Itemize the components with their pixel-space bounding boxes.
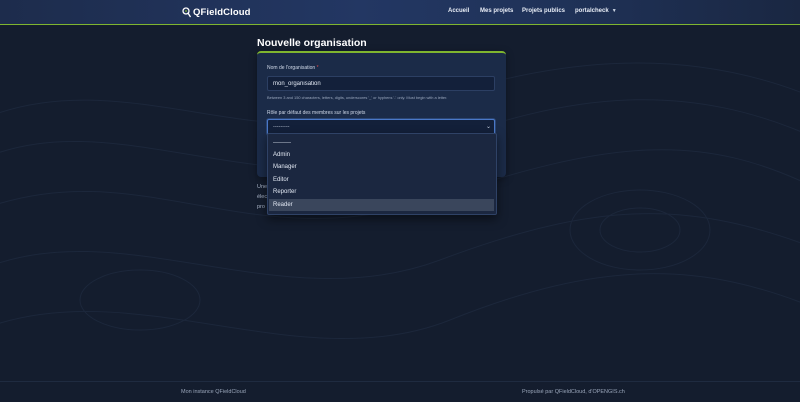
required-mark: *: [316, 65, 319, 71]
role-option-manager[interactable]: Manager: [269, 161, 494, 173]
nav-my-projects[interactable]: Mes projets: [480, 8, 513, 14]
default-role-value: ---------: [273, 124, 290, 130]
footer: Mon instance QFieldCloud Propulsé par QF…: [0, 381, 800, 402]
brand-logo[interactable]: QFieldCloud: [181, 5, 251, 19]
role-label: Rôle par défaut des membres sur les proj…: [267, 110, 366, 116]
role-option-empty[interactable]: ---------: [269, 137, 494, 149]
nav-home[interactable]: Accueil: [448, 8, 469, 14]
footer-powered-by[interactable]: Propulsé par QFieldCloud, d'OPENGIS.ch: [522, 389, 625, 395]
brand-name: QFieldCloud: [193, 6, 251, 18]
role-option-admin[interactable]: Admin: [269, 149, 494, 161]
role-dropdown-list: --------- Admin Manager Editor Reporter …: [267, 133, 497, 215]
user-name: portalcheck: [575, 8, 609, 14]
nav-public-projects[interactable]: Projets publics: [522, 8, 565, 14]
name-label: Nom de l'organisation *: [267, 65, 319, 71]
info-text: Une élec pro: [257, 184, 268, 210]
page-title: Nouvelle organisation: [257, 37, 367, 49]
qfield-logo-icon: [182, 7, 191, 18]
navbar: QFieldCloud Accueil Mes projets Projets …: [0, 0, 800, 25]
nav-user-menu[interactable]: portalcheck ▼: [575, 8, 617, 14]
role-option-reporter[interactable]: Reporter: [269, 186, 494, 198]
caret-down-icon: ▼: [611, 8, 617, 14]
role-option-editor[interactable]: Editor: [269, 174, 494, 186]
organization-name-input[interactable]: [267, 76, 495, 91]
name-help-text: Between 3 and 150 characters, letters, d…: [267, 95, 448, 100]
role-option-reader[interactable]: Reader: [269, 199, 494, 211]
footer-instance-name: Mon instance QFieldCloud: [181, 389, 246, 395]
chevron-down-icon: ⌄: [485, 124, 491, 130]
